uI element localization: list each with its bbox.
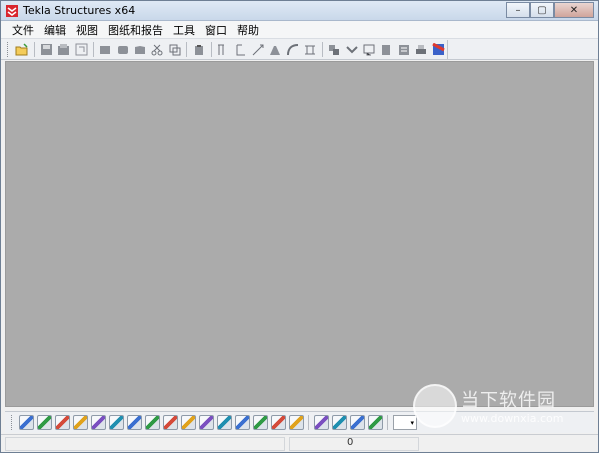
title-bar[interactable]: Tekla Structures x64 – ▢ ✕ <box>1 1 598 21</box>
view-3d-icon[interactable] <box>331 415 347 430</box>
snap-ortho-icon[interactable] <box>288 415 304 430</box>
menu-tools[interactable]: 工具 <box>168 22 200 38</box>
minimize-button[interactable]: – <box>506 2 530 18</box>
tekla-logo-icon <box>6 5 18 17</box>
select-all-icon[interactable] <box>99 43 112 57</box>
toolbar-separator <box>92 42 94 57</box>
status-message-cell <box>5 437 285 451</box>
brace-icon[interactable] <box>251 43 264 57</box>
clipboard-icon[interactable] <box>192 43 205 57</box>
panel-icon[interactable] <box>303 43 316 57</box>
group-icon[interactable] <box>328 43 341 57</box>
snap-center-icon[interactable] <box>54 415 70 430</box>
snap-plane-icon[interactable] <box>216 415 232 430</box>
toolbar-separator <box>33 42 35 57</box>
view-pick-icon[interactable] <box>367 415 383 430</box>
close-button[interactable]: ✕ <box>554 2 594 18</box>
menu-view[interactable]: 视图 <box>71 22 103 38</box>
snap-mid-icon[interactable] <box>72 415 88 430</box>
snap-edge-icon[interactable] <box>198 415 214 430</box>
bend-icon[interactable] <box>286 43 299 57</box>
status-value: 0 <box>347 437 354 448</box>
drawing-icon[interactable] <box>362 43 375 57</box>
sheet-icon[interactable] <box>397 43 410 57</box>
snap-near-icon[interactable] <box>162 415 178 430</box>
column-icon[interactable] <box>217 43 230 57</box>
snap-intersect-icon[interactable] <box>108 415 124 430</box>
menu-file[interactable]: 文件 <box>7 22 39 38</box>
component-icon[interactable] <box>345 43 358 57</box>
toolbar-separator <box>186 42 188 57</box>
report-icon[interactable] <box>380 43 393 57</box>
snap-ref-icon[interactable] <box>18 415 34 430</box>
menu-edit[interactable]: 编辑 <box>39 22 71 38</box>
view-plane-icon[interactable] <box>313 415 329 430</box>
save-icon[interactable] <box>40 43 53 57</box>
snap-point-icon[interactable] <box>252 415 268 430</box>
watermark-logo <box>413 384 457 428</box>
plate-icon[interactable] <box>269 43 282 57</box>
select-part-icon[interactable] <box>116 43 129 57</box>
snap-geom-icon[interactable] <box>36 415 52 430</box>
watermark: 当下软件园 www.downxia.com <box>413 384 593 432</box>
properties-icon[interactable] <box>75 43 88 57</box>
toolbar-grip[interactable] <box>11 415 14 430</box>
select-assembly-icon[interactable] <box>133 43 146 57</box>
menu-drawings-reports[interactable]: 图纸和报告 <box>103 22 168 38</box>
snap-end-icon[interactable] <box>90 415 106 430</box>
toolbar-grip[interactable] <box>7 42 10 57</box>
toolbar-separator <box>210 42 212 57</box>
model-view-area[interactable] <box>5 61 594 407</box>
watermark-text: 当下软件园 <box>461 390 556 411</box>
snap-grid-icon[interactable] <box>234 415 250 430</box>
window-title: Tekla Structures x64 <box>23 4 136 17</box>
open-folder-icon[interactable] <box>15 42 29 57</box>
save-as-icon[interactable] <box>57 43 70 57</box>
cut-icon[interactable] <box>151 43 164 57</box>
app-window: Tekla Structures x64 – ▢ ✕ 文件 编辑 视图 图纸和报… <box>0 0 599 453</box>
menu-help[interactable]: 帮助 <box>232 22 264 38</box>
maximize-button[interactable]: ▢ <box>530 2 554 18</box>
toolbar-separator <box>321 42 323 57</box>
snap-extend-icon[interactable] <box>270 415 286 430</box>
toolbar-separator <box>308 415 309 430</box>
render-icon[interactable] <box>432 43 445 57</box>
view-work-icon[interactable] <box>349 415 365 430</box>
beam-icon[interactable] <box>234 43 247 57</box>
copy-icon[interactable] <box>168 43 181 57</box>
menu-bar: 文件 编辑 视图 图纸和报告 工具 窗口 帮助 <box>1 21 598 39</box>
menu-window[interactable]: 窗口 <box>200 22 232 38</box>
watermark-url: www.downxia.com <box>461 412 564 425</box>
standard-toolbar <box>1 39 598 60</box>
toolbar-separator <box>387 415 388 430</box>
status-bar: 0 <box>1 434 598 452</box>
status-value-cell <box>289 437 419 451</box>
snap-any-icon[interactable] <box>180 415 196 430</box>
snap-perp-icon[interactable] <box>126 415 142 430</box>
snap-line-icon[interactable] <box>144 415 160 430</box>
print-icon[interactable] <box>414 43 427 57</box>
